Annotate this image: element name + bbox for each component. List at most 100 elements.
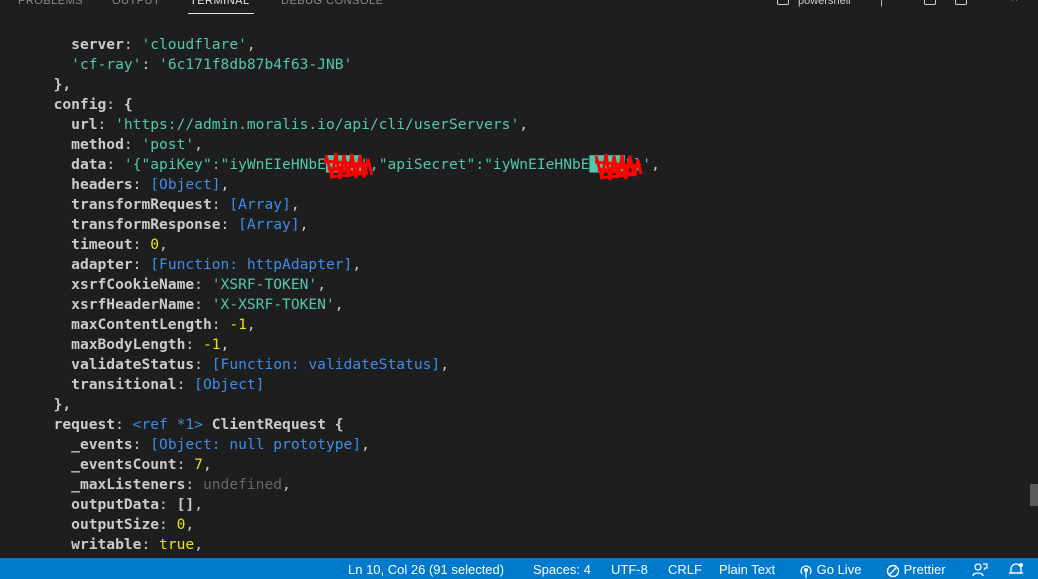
terminal-line: xsrfHeaderName: 'X-XSRF-TOKEN', [36,295,343,315]
terminal-token: , [194,136,203,153]
terminal-token: [Object] [194,376,265,393]
terminal-token: : [115,416,133,433]
terminal-token: : [194,356,212,373]
terminal-token: : [132,256,151,273]
terminal-token: : [176,456,195,473]
terminal-line: }, [36,395,72,415]
terminal-token: 0 [150,236,160,253]
tab-debug-console[interactable]: DEBUG CONSOLE [281,0,383,14]
chevron-up-icon[interactable]: ^ [1012,0,1018,14]
terminal-token: : [220,216,239,233]
terminal-line: transformResponse: [Array], [36,215,308,235]
tab-problems[interactable]: PROBLEMS [18,0,83,14]
terminal-token: : [211,316,230,333]
terminal-token: [Array] [229,196,291,213]
terminal-token: : [176,376,195,393]
terminal-line: adapter: [Function: httpAdapter], [36,255,361,275]
add-terminal-button[interactable]: | [880,0,883,14]
terminal-token: timeout [71,236,133,253]
go-live-button[interactable]: Go Live [799,558,861,579]
terminal-token: '{"apiKey":"iyWnEIeHNbE████","apiSecret"… [123,156,652,173]
prettier-label: Prettier [903,562,946,577]
terminal-token: adapter [71,256,133,273]
terminal-token: _events [71,436,133,453]
terminal-token: _maxListeners [71,476,186,493]
terminal-token: : [106,96,124,113]
terminal-token: 'cloudflare' [141,36,247,53]
terminal-line: headers: [Object], [36,175,229,195]
terminal-token: transformResponse [71,216,221,233]
terminal-token: : [132,176,151,193]
terminal-token: : [194,296,212,313]
terminal-token: outputData [71,496,160,513]
terminal-token: }, [53,396,72,413]
indentation[interactable]: Spaces: 4 [533,558,591,579]
terminal-token: : [123,136,142,153]
terminal-token: : [141,536,160,553]
tab-output[interactable]: OUTPUT [112,0,160,14]
terminal-token: transformRequest [71,196,212,213]
terminal-line: }, [36,75,72,95]
terminal-token: xsrfHeaderName [71,296,195,313]
terminal-token: 7 [194,456,203,473]
redaction-scribble [322,151,374,180]
terminal-icon[interactable] [777,0,789,5]
end-of-line[interactable]: CRLF [668,558,702,579]
terminal-token: transitional [71,376,177,393]
terminal-token: }, [53,76,72,93]
terminal-token: maxContentLength [71,316,212,333]
cursor-position[interactable]: Ln 10, Col 26 (91 selected) [348,558,504,579]
terminal-token: , [440,356,449,373]
terminal-token: , [651,156,660,173]
terminal-token: -1 [229,316,247,333]
feedback-icon[interactable] [972,561,988,579]
terminal-token: : [123,36,142,53]
trash-icon[interactable] [955,0,967,5]
language-mode[interactable]: Plain Text [719,558,775,579]
terminal-line: maxBodyLength: -1, [36,335,229,355]
terminal-token: , [519,116,529,133]
prettier-button[interactable]: Prettier [886,558,946,579]
broadcast-icon [800,564,812,578]
terminal-token: validateStatus [71,356,195,373]
terminal-line: transformRequest: [Array], [36,195,299,215]
terminal-token: , [220,336,230,353]
terminal-output[interactable]: server: 'cloudflare', 'cf-ray': '6c171f8… [0,14,1030,555]
shell-selector[interactable]: powershell [798,0,851,14]
status-bar: Ln 10, Col 26 (91 selected) Spaces: 4 UT… [0,558,1038,579]
terminal-token: : [211,196,230,213]
terminal-token: writable [71,536,142,553]
terminal-token: , [299,216,309,233]
terminal-token: , [202,456,212,473]
terminal-token: : [141,56,160,73]
encoding[interactable]: UTF-8 [611,558,648,579]
terminal-token: data [71,156,107,173]
tab-terminal[interactable]: TERMINAL [190,0,250,14]
terminal-token: ClientRequest { [211,416,344,433]
terminal-token: : [185,336,203,353]
terminal-token: 'X-XSRF-TOKEN' [211,296,335,313]
bell-icon[interactable] [1008,561,1024,579]
terminal-scrollbar-thumb[interactable] [1030,484,1038,506]
terminal-token: , [361,436,370,453]
terminal-token: method [71,136,124,153]
terminal-token: , [185,516,195,533]
terminal-token: request [53,416,116,433]
split-terminal-icon[interactable] [924,0,936,5]
terminal-token: [] [176,496,195,513]
